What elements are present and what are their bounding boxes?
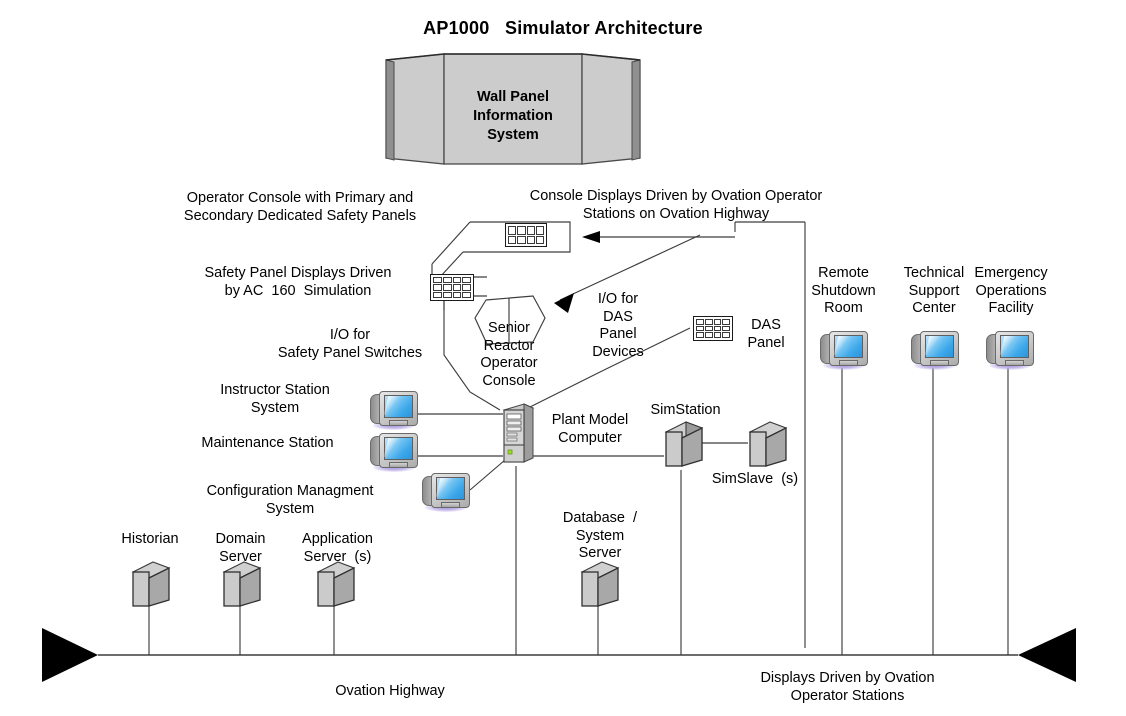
emergency-operations-facility-label: Emergency Operations Facility <box>974 265 1048 317</box>
console-display-arrowhead-1 <box>582 231 600 243</box>
simslave-label: SimSlave (s) <box>711 471 799 487</box>
bus-left-arrowhead <box>42 628 98 682</box>
database-system-server-icon <box>580 560 620 607</box>
historian-icon <box>131 560 171 607</box>
config-management-link <box>469 459 506 491</box>
plant-model-computer-icon <box>500 402 536 464</box>
domain-server-icon <box>222 560 262 607</box>
emergency-operations-facility-monitor-icon <box>986 330 1034 372</box>
operator-console-label: Operator Console with Primary and Second… <box>183 190 417 224</box>
database-system-server-label: Database / System Server <box>562 510 638 562</box>
domain-server-label: Domain Server <box>215 531 266 565</box>
io-das-label: I/O for DAS Panel Devices <box>592 291 644 361</box>
diagram-canvas: AP1000 Simulator Architecture Wall Panel… <box>0 0 1126 716</box>
configuration-management-label: Configuration Managment System <box>206 483 374 517</box>
historian-label: Historian <box>121 531 179 547</box>
bus-right-arrowhead <box>1018 628 1076 682</box>
simstation-label: SimStation <box>650 402 721 418</box>
sro-console-label: Senior Reactor Operator Console <box>480 320 538 390</box>
safety-panel-displays-label: Safety Panel Displays Driven by AC 160 S… <box>204 265 392 299</box>
application-server-label: Application Server (s) <box>302 531 373 565</box>
io-safety-panel-label: I/O for Safety Panel Switches <box>277 327 423 361</box>
configuration-management-monitor-icon <box>422 472 470 514</box>
plant-model-computer-label: Plant Model Computer <box>551 412 629 446</box>
primary-safety-panel <box>430 274 474 301</box>
technical-support-center-label: Technical Support Center <box>903 265 965 317</box>
das-panel-icon <box>693 316 733 341</box>
page-title: AP1000 Simulator Architecture <box>423 18 703 38</box>
console-displays-label: Console Displays Driven by Ovation Opera… <box>529 188 823 222</box>
remote-shutdown-room-label: Remote Shutdown Room <box>811 265 876 317</box>
displays-driven-label: Displays Driven by Ovation Operator Stat… <box>760 670 935 704</box>
maintenance-station-label: Maintenance Station <box>201 435 334 451</box>
secondary-safety-panel <box>505 223 547 247</box>
simstation-icon <box>664 420 704 467</box>
application-server-icon <box>316 560 356 607</box>
simslave-icon <box>748 420 788 467</box>
wall-panel-information-system: Wall Panel Information System <box>384 52 642 168</box>
ovation-highway-label: Ovation Highway <box>335 683 445 699</box>
wall-panel-label: Wall Panel Information System <box>473 89 553 143</box>
das-panel-label: DAS Panel <box>747 317 785 351</box>
maintenance-station-monitor-icon <box>370 432 418 474</box>
remote-shutdown-room-monitor-icon <box>820 330 868 372</box>
console-display-arrowhead-2 <box>554 293 574 313</box>
technical-support-center-monitor-icon <box>911 330 959 372</box>
instructor-station-monitor-icon <box>370 390 418 432</box>
instructor-station-label: Instructor Station System <box>220 382 330 416</box>
